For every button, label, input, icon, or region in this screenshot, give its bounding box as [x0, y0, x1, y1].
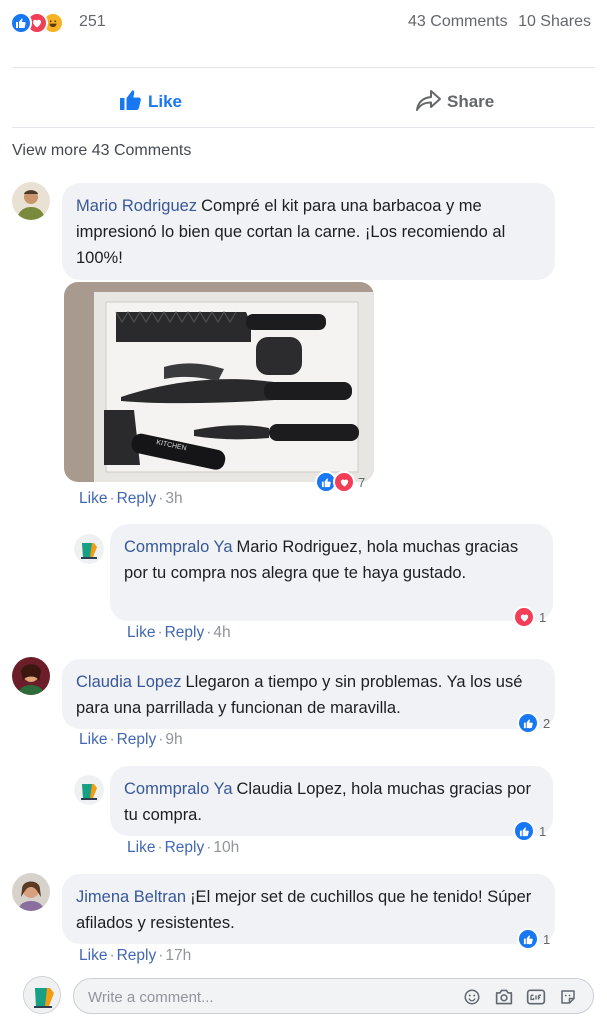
- comment-author[interactable]: Mario Rodriguez: [76, 197, 197, 215]
- share-button-label: Share: [447, 92, 495, 111]
- avatar[interactable]: [74, 534, 104, 564]
- comment-reactions[interactable]: 1: [513, 819, 546, 843]
- comment-author[interactable]: Commpralo Ya: [124, 538, 233, 556]
- like-icon: [513, 820, 535, 842]
- comment-meta: Like · Reply · 4h: [127, 624, 231, 641]
- comment-meta: Like · Reply · 3h: [79, 490, 183, 507]
- comment-reply-link[interactable]: Reply: [117, 947, 157, 964]
- comment-reactions[interactable]: 2: [517, 711, 550, 735]
- comment-meta: Like · Reply · 17h: [79, 947, 192, 964]
- comment-time[interactable]: 17h: [165, 947, 191, 964]
- reply-bubble: Commpralo Ya Mario Rodriguez, hola muchas…: [110, 524, 553, 621]
- view-more-comments-link[interactable]: View more 43 Comments: [12, 142, 191, 160]
- camera-icon[interactable]: [493, 986, 515, 1008]
- post-counts: 43 Comments 10 Shares: [402, 13, 591, 31]
- comment-reply-link[interactable]: Reply: [117, 490, 157, 507]
- comment-bubble: Claudia Lopez Llegaron a tiempo y sin pro…: [62, 659, 555, 729]
- comment-input[interactable]: [88, 986, 448, 1008]
- avatar[interactable]: [12, 657, 50, 695]
- like-icon: [10, 12, 32, 34]
- reaction-count: 2: [543, 715, 551, 731]
- comment-reactions[interactable]: 1: [517, 927, 550, 951]
- reaction-count: 1: [543, 931, 551, 947]
- reaction-count: 1: [539, 609, 547, 625]
- comment-like-link[interactable]: Like: [127, 839, 155, 856]
- comment-reactions[interactable]: 1: [513, 605, 546, 629]
- love-icon: [513, 606, 535, 628]
- comment-meta: Like · Reply · 9h: [79, 731, 183, 748]
- comment-reply-link[interactable]: Reply: [165, 624, 205, 641]
- reaction-icons-group[interactable]: [10, 11, 64, 35]
- reaction-count: 1: [539, 823, 547, 839]
- composer-tools: [461, 986, 579, 1008]
- divider: [12, 127, 595, 128]
- like-icon: [517, 928, 539, 950]
- comment-reply-link[interactable]: Reply: [117, 731, 157, 748]
- reactions-summary: 251 43 Comments 10 Shares: [0, 0, 607, 46]
- comment-like-link[interactable]: Like: [79, 490, 107, 507]
- avatar[interactable]: [12, 873, 50, 911]
- reaction-count[interactable]: 251: [79, 13, 106, 31]
- emoji-icon[interactable]: [461, 986, 483, 1008]
- comment-bubble: Mario Rodriguez Compré el kit para una ba…: [62, 183, 555, 280]
- comment-author[interactable]: Jimena Beltran: [76, 888, 186, 906]
- comment-time[interactable]: 3h: [165, 490, 182, 507]
- like-button-label: Like: [148, 92, 183, 111]
- comment-time[interactable]: 9h: [165, 731, 182, 748]
- comment-composer: [73, 978, 594, 1014]
- comment-author[interactable]: Commpralo Ya: [124, 780, 233, 798]
- shares-count[interactable]: 10 Shares: [518, 13, 591, 30]
- divider: [12, 67, 595, 68]
- comment-meta: Like · Reply · 10h: [127, 839, 240, 856]
- share-arrow-icon: [415, 88, 447, 117]
- gif-icon[interactable]: [525, 986, 547, 1008]
- comment-like-link[interactable]: Like: [79, 731, 107, 748]
- comment-bubble: Jimena Beltran ¡El mejor set de cuchillos…: [62, 874, 555, 944]
- love-icon: [333, 471, 355, 493]
- like-button[interactable]: Like: [118, 89, 182, 115]
- comment-reactions[interactable]: 7: [315, 470, 365, 494]
- comment-photo[interactable]: KITCHEN: [64, 282, 374, 482]
- thumbs-up-icon: [118, 88, 148, 117]
- comment-time[interactable]: 10h: [213, 839, 239, 856]
- reply-bubble: Commpralo Ya Claudia Lopez, hola muchas g…: [110, 766, 553, 836]
- reaction-count: 7: [358, 474, 366, 490]
- comment-reply-link[interactable]: Reply: [165, 839, 205, 856]
- knife-set-photo-image: KITCHEN: [64, 282, 374, 482]
- composer-avatar: [23, 976, 61, 1014]
- comment-like-link[interactable]: Like: [127, 624, 155, 641]
- comment-time[interactable]: 4h: [213, 624, 230, 641]
- avatar[interactable]: [12, 182, 50, 220]
- comments-count[interactable]: 43 Comments: [408, 13, 508, 30]
- comment-like-link[interactable]: Like: [79, 947, 107, 964]
- sticker-icon[interactable]: [557, 986, 579, 1008]
- like-icon: [517, 712, 539, 734]
- avatar[interactable]: [74, 775, 104, 805]
- share-button[interactable]: Share: [415, 89, 494, 115]
- comment-author[interactable]: Claudia Lopez: [76, 673, 182, 691]
